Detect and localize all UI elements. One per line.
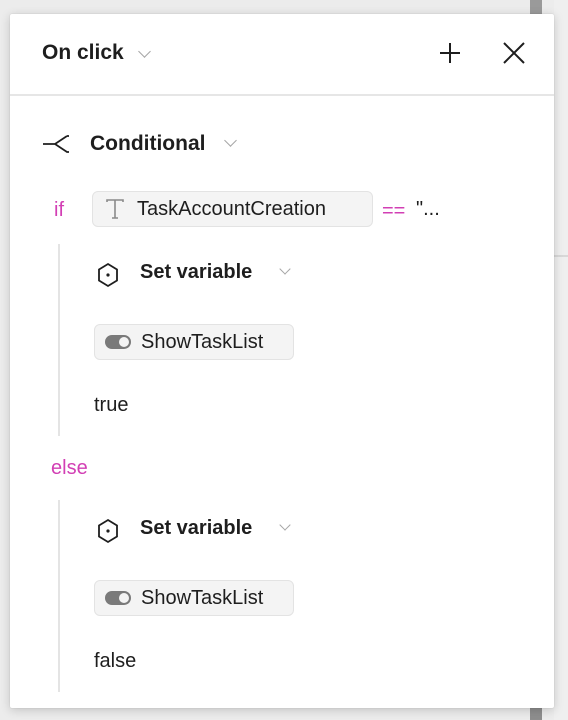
background-divider: [554, 255, 568, 257]
if-keyword: if: [54, 199, 64, 221]
if-branch-line: [58, 244, 60, 436]
action-type-label: Set variable: [140, 517, 253, 539]
target-variable-name: ShowTaskList: [141, 586, 264, 609]
plus-icon: [440, 43, 460, 63]
else-keyword: else: [51, 457, 88, 479]
close-icon: [503, 42, 525, 64]
text-type-icon: [106, 199, 124, 219]
boolean-toggle-icon: [105, 335, 131, 349]
target-variable-name: ShowTaskList: [141, 330, 264, 353]
add-action-button[interactable]: [435, 38, 465, 68]
variable-hexagon-icon: [98, 518, 118, 544]
action-type-label: Conditional: [90, 132, 206, 155]
variable-hexagon-icon: [98, 262, 118, 288]
close-button[interactable]: [499, 38, 529, 68]
chevron-down-icon[interactable]: [279, 519, 291, 531]
condition-variable-pill[interactable]: TaskAccountCreation: [92, 191, 373, 227]
boolean-toggle-icon: [105, 591, 131, 605]
background-canvas: [554, 0, 568, 720]
scrollbar-thumb-bottom[interactable]: [530, 708, 542, 720]
panel-header: On click: [10, 14, 554, 96]
variable-value[interactable]: true: [94, 394, 128, 417]
target-variable-pill[interactable]: ShowTaskList: [94, 324, 294, 360]
target-variable-pill[interactable]: ShowTaskList: [94, 580, 294, 616]
scrollbar-thumb[interactable]: [530, 0, 542, 14]
condition-value[interactable]: "...: [416, 198, 440, 221]
chevron-down-icon[interactable]: [224, 134, 237, 147]
branch-icon: [43, 135, 69, 153]
trigger-dropdown-label[interactable]: On click: [42, 41, 124, 65]
interaction-panel: On click Conditional if TaskAccountCreat…: [10, 14, 554, 708]
variable-value[interactable]: false: [94, 650, 136, 673]
condition-variable-name: TaskAccountCreation: [137, 197, 326, 220]
chevron-down-icon[interactable]: [279, 263, 291, 275]
action-type-label: Set variable: [140, 261, 253, 283]
else-branch-line: [58, 500, 60, 692]
condition-operator[interactable]: ==: [382, 200, 405, 223]
chevron-down-icon[interactable]: [138, 45, 151, 58]
